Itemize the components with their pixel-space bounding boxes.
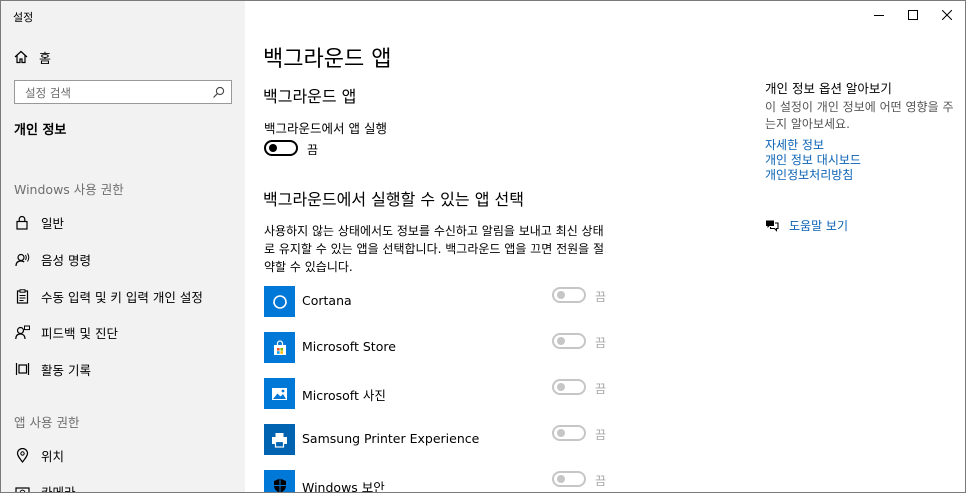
app-name: Microsoft 사진: [302, 388, 386, 403]
sidebar-item-label: 수동 입력 및 키 입력 개인 설정: [41, 289, 203, 305]
choose-apps-title: 백그라운드에서 실행할 수 있는 앱 선택: [263, 190, 524, 209]
master-toggle-label: 백그라운드에서 앱 실행: [264, 121, 387, 136]
sidebar-item-camera[interactable]: 카메라: [14, 481, 76, 493]
cortana-icon: [264, 286, 295, 317]
toggle-knob: [269, 144, 277, 152]
close-button[interactable]: [930, 1, 964, 29]
page-title: 백그라운드 앱: [263, 47, 392, 72]
search-input[interactable]: [23, 82, 207, 104]
sidebar-item-general[interactable]: 일반: [14, 212, 64, 232]
help-chat-icon: [766, 220, 779, 232]
current-section-title: 개인 정보: [14, 123, 67, 138]
sidebar-item-label: 카메라: [41, 484, 76, 493]
app-name: Windows 보안: [302, 480, 385, 493]
master-background-toggle[interactable]: [264, 140, 298, 156]
sidebar-item-label: 일반: [41, 215, 65, 231]
location-icon: [14, 447, 30, 463]
app-name: Samsung Printer Experience: [302, 431, 480, 446]
sidebar-item-inking-typing[interactable]: 수동 입력 및 키 입력 개인 설정: [14, 286, 203, 306]
sidebar-item-location[interactable]: 위치: [14, 445, 64, 465]
app-toggle-photos[interactable]: [552, 379, 586, 395]
privacy-options-description: 이 설정이 개인 정보에 어떤 영향을 주는지 알아보세요.: [765, 100, 954, 131]
shield-icon: [264, 470, 295, 492]
sidebar-item-label: 피드백 및 진단: [41, 325, 118, 341]
toggle-knob: [557, 475, 565, 483]
privacy-statement-link[interactable]: 개인정보처리방침: [765, 166, 853, 183]
app-name: Cortana: [302, 293, 352, 308]
store-bag-icon: [264, 332, 295, 363]
maximize-icon: [908, 10, 918, 20]
search-box[interactable]: [14, 80, 232, 104]
title-bar: 설정: [1, 1, 965, 31]
help-label: 도움말 보기: [789, 219, 849, 233]
sidebar-item-label: 위치: [41, 448, 65, 464]
app-toggle-state: 끔: [595, 336, 607, 350]
minimize-button[interactable]: [862, 1, 896, 29]
sidebar: 홈 개인 정보 Windows 사용 권한 일반 음성 명령: [1, 1, 245, 493]
windows-permissions-header: Windows 사용 권한: [14, 182, 124, 197]
window-title: 설정: [13, 11, 34, 24]
privacy-options-title: 개인 정보 옵션 알아보기: [765, 81, 892, 96]
toggle-knob: [557, 429, 565, 437]
master-toggle-state: 끔: [307, 143, 319, 157]
app-toggle-state: 끔: [595, 428, 607, 442]
settings-window: 홈 개인 정보 Windows 사용 권한 일반 음성 명령: [0, 0, 966, 493]
home-icon: [14, 50, 28, 64]
app-toggle-microsoft-store[interactable]: [552, 333, 586, 349]
toggle-knob: [557, 383, 565, 391]
app-permissions-header: 앱 사용 권한: [14, 415, 80, 430]
get-help-link[interactable]: 도움말 보기: [765, 217, 848, 234]
home-label: 홈: [39, 51, 51, 67]
sidebar-item-label: 음성 명령: [41, 252, 91, 268]
close-icon: [942, 10, 952, 20]
app-toggle-cortana[interactable]: [552, 287, 586, 303]
maximize-button[interactable]: [896, 1, 930, 29]
section-title: 백그라운드 앱: [263, 87, 357, 106]
minimize-icon: [874, 15, 884, 16]
home-nav-item[interactable]: 홈: [14, 47, 51, 67]
sidebar-item-activity-history[interactable]: 활동 기록: [14, 359, 91, 379]
choose-apps-description: 사용하지 않는 상태에서도 정보를 수신하고 알림을 보내고 최신 상태로 유지…: [264, 224, 605, 274]
lock-icon: [14, 214, 30, 230]
app-name: Microsoft Store: [302, 339, 396, 354]
app-toggle-state: 끔: [595, 290, 607, 304]
speech-icon: [14, 251, 30, 267]
app-toggle-windows-security[interactable]: [552, 471, 586, 487]
toggle-knob: [557, 337, 565, 345]
sidebar-item-feedback[interactable]: 피드백 및 진단: [14, 322, 118, 342]
search-icon[interactable]: [212, 86, 225, 99]
app-toggle-state: 끔: [595, 382, 607, 396]
sidebar-item-speech[interactable]: 음성 명령: [14, 249, 91, 269]
activity-history-icon: [14, 361, 30, 377]
app-toggle-samsung-printer[interactable]: [552, 425, 586, 441]
printer-icon: [264, 424, 295, 455]
sidebar-item-label: 활동 기록: [41, 362, 91, 378]
camera-icon: [14, 483, 30, 492]
feedback-person-icon: [14, 324, 30, 340]
photos-icon: [264, 378, 295, 409]
clipboard-icon: [14, 288, 30, 304]
toggle-knob: [557, 291, 565, 299]
app-toggle-state: 끔: [595, 474, 607, 488]
